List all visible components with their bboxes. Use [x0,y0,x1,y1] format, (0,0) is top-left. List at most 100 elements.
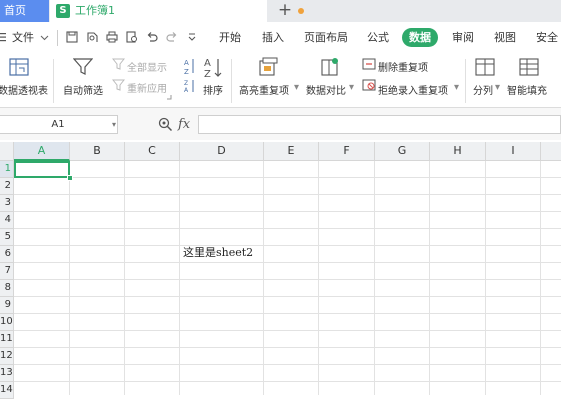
grid-line [124,161,125,395]
row-header-13[interactable]: 13 [0,365,14,382]
highlight-duplicates-button[interactable]: 高亮重复项 [239,82,289,97]
menu-insert[interactable]: 插入 [262,22,284,53]
row-header-14[interactable]: 14 [0,382,14,399]
worksheet-grid[interactable] [0,140,561,395]
reject-dropdown-icon[interactable]: ▾ [454,82,459,93]
grid-line [14,228,561,229]
grid-line [14,347,561,348]
column-header-a[interactable]: A [14,142,70,161]
row-header-9[interactable]: 9 [0,297,14,314]
spreadsheet-icon: S [56,4,70,18]
menu-page-layout[interactable]: 页面布局 [304,22,348,53]
row-header-8[interactable]: 8 [0,280,14,297]
grid-line [14,262,561,263]
column-header-f[interactable]: F [319,142,375,161]
sort-button[interactable]: 排序 [203,82,223,97]
ribbon-divider [465,59,466,103]
row-header-7[interactable]: 7 [0,263,14,280]
reject-duplicates-button[interactable]: 拒绝录入重复项 [378,82,448,97]
column-header-d[interactable]: D [180,142,264,161]
toolbar-divider [57,30,58,46]
new-tab-button[interactable]: + [275,0,295,22]
print-icon[interactable] [106,31,118,43]
split-columns-icon [475,58,495,76]
grid-line [485,161,486,395]
grid-line [14,245,561,246]
row-header-4[interactable]: 4 [0,212,14,229]
name-box[interactable]: A1 [0,115,118,134]
tab-home[interactable]: 首页 [0,0,49,22]
select-all-corner[interactable] [0,142,14,161]
column-header-e[interactable]: E [264,142,319,161]
grid-line [540,161,541,395]
column-header-b[interactable]: B [70,142,125,161]
active-cell-a1[interactable] [14,161,70,178]
row-header-12[interactable]: 12 [0,348,14,365]
dialog-launcher-icon[interactable] [166,94,172,100]
row-header-3[interactable]: 3 [0,195,14,212]
menu-security[interactable]: 安全 [536,22,558,53]
cell-d6[interactable]: 这里是sheet2 [183,246,253,260]
pivot-table-button[interactable]: 数据透视表 [0,82,48,97]
grid-line [263,161,264,395]
split-columns-button[interactable]: 分列 [473,82,493,97]
menu-file[interactable]: 文件 [12,22,34,53]
filter-icon [73,58,93,75]
data-compare-button[interactable]: 数据对比 [306,82,346,97]
column-header-g[interactable]: G [375,142,430,161]
fx-icon[interactable]: fx [178,115,190,134]
svg-text:A: A [184,87,189,93]
svg-text:Z: Z [184,80,188,87]
menu-formulas[interactable]: 公式 [367,22,389,53]
column-header-c[interactable]: C [125,142,180,161]
column-header-h[interactable]: H [430,142,486,161]
menu-home[interactable]: 开始 [219,22,241,53]
export-pdf-icon[interactable] [86,31,98,43]
menu-data[interactable]: 数据 [402,28,438,47]
sort-desc-icon[interactable]: ZA [183,79,196,93]
grid-line [14,211,561,212]
sort-asc-icon[interactable]: AZ [183,57,196,75]
row-header-6[interactable]: 6 [0,246,14,263]
document-title: 工作簿1 [75,4,115,17]
remove-duplicates-icon [362,58,376,70]
show-all-filter-icon [112,58,125,70]
autofilter-button[interactable]: 自动筛选 [63,82,103,97]
print-preview-icon[interactable] [126,31,138,43]
grid-line [14,381,561,382]
ribbon: 数据透视表 自动筛选 全部显示 重新应用 AZ AZ ZA 排序 高亮重复项 ▾… [0,53,561,108]
split-dropdown-icon[interactable]: ▾ [495,82,500,93]
row-header-5[interactable]: 5 [0,229,14,246]
fill-handle[interactable] [67,175,73,181]
column-header-i[interactable]: I [486,142,541,161]
hamburger-icon[interactable] [0,32,9,44]
formula-input[interactable] [198,115,561,134]
show-all-button[interactable]: 全部显示 [127,59,167,74]
highlight-dropdown-icon[interactable]: ▾ [294,82,299,93]
customize-toolbar-icon[interactable] [187,31,199,43]
tab-document[interactable]: S 工作簿1 [50,0,304,22]
menu-review[interactable]: 审阅 [452,22,474,53]
save-icon[interactable] [66,31,78,43]
name-box-dropdown-icon[interactable]: ▾ [112,115,116,134]
zoom-search-icon[interactable] [158,117,173,132]
row-header-2[interactable]: 2 [0,178,14,195]
row-header-10[interactable]: 10 [0,314,14,331]
column-header-j[interactable] [541,142,561,161]
grid-line [374,161,375,395]
grid-line [14,313,561,314]
chevron-down-icon[interactable] [40,33,52,45]
grid-line [14,194,561,195]
reapply-button[interactable]: 重新应用 [127,80,167,95]
row-header-1[interactable]: 1 [0,161,14,178]
undo-icon[interactable] [146,31,158,43]
grid-line [14,296,561,297]
redo-icon[interactable] [166,31,178,43]
flash-fill-button[interactable]: 智能填充 [507,82,547,97]
remove-duplicates-button[interactable]: 删除重复项 [378,59,428,74]
menu-view[interactable]: 视图 [494,22,516,53]
reapply-filter-icon [112,79,125,91]
row-header-11[interactable]: 11 [0,331,14,348]
svg-text:A: A [184,59,189,67]
compare-dropdown-icon[interactable]: ▾ [349,82,354,93]
